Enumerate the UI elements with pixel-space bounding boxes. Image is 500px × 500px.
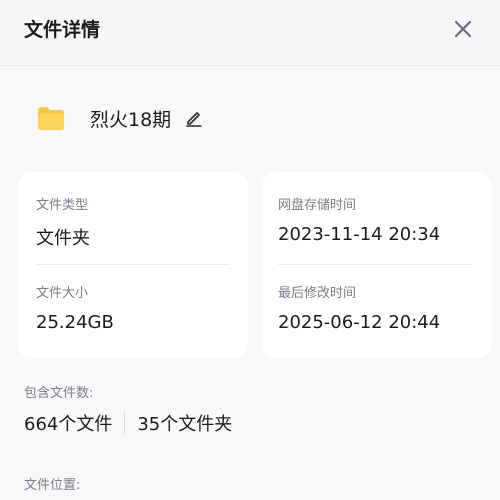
file-count: 664个文件 — [24, 414, 113, 435]
detail-card-right: 网盘存储时间 2023-11-14 20:34 最后修改时间 2025-06-1… — [262, 172, 492, 358]
header: 文件详情 — [0, 0, 500, 66]
page-title: 文件详情 — [24, 19, 101, 41]
file-size-value: 25.24GB — [36, 312, 114, 333]
file-size-label: 文件大小 — [36, 286, 89, 301]
stored-time-label: 网盘存储时间 — [278, 198, 357, 213]
modified-time-value: 2025-06-12 20:44 — [278, 312, 441, 333]
file-type-value: 文件夹 — [36, 228, 90, 249]
contents-count-row: 664个文件 35个文件夹 — [24, 410, 232, 436]
folder-icon — [38, 107, 64, 130]
modified-time-label: 最后修改时间 — [278, 286, 357, 301]
stored-time-value: 2023-11-14 20:34 — [278, 224, 441, 245]
file-type-label: 文件类型 — [36, 198, 89, 213]
file-location-label: 文件位置: — [24, 478, 81, 493]
detail-card-left: 文件类型 文件夹 文件大小 25.24GB — [18, 172, 248, 358]
edit-icon[interactable] — [185, 109, 203, 127]
file-name: 烈火18期 — [90, 108, 172, 131]
divider — [278, 264, 472, 265]
file-title-row: 烈火18期 — [36, 100, 203, 136]
divider — [36, 264, 230, 265]
folder-count: 35个文件夹 — [137, 414, 233, 435]
close-icon[interactable] — [452, 18, 474, 40]
contents-count-label: 包含文件数: — [24, 386, 94, 401]
count-separator — [124, 412, 126, 434]
